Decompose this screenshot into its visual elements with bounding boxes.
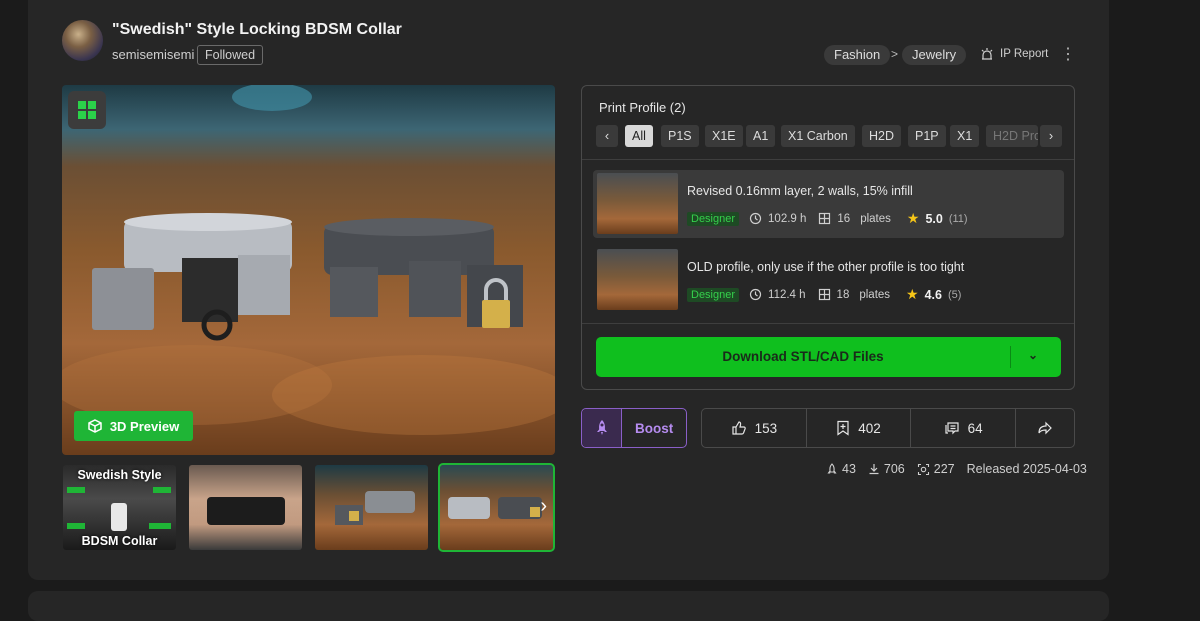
boost-count: 43 [842, 462, 856, 476]
plate-count: 18 [836, 288, 850, 301]
gallery-thumb-3[interactable] [315, 465, 428, 550]
followed-button[interactable]: Followed [197, 45, 264, 65]
profile-name: Revised 0.16mm layer, 2 walls, 15% infil… [687, 184, 913, 198]
print-icon [917, 463, 929, 475]
collection-count: 402 [858, 420, 881, 436]
boost-stat: 43 [826, 462, 856, 476]
clock-icon [749, 212, 762, 225]
filter-h2d-pro[interactable]: H2D Pro [986, 125, 1038, 147]
rating-count: (11) [948, 212, 968, 225]
rating-count: (5) [947, 288, 962, 301]
download-button[interactable]: Download STL/CAD Files ⌄ [596, 337, 1061, 377]
rating-value: 5.0 [925, 211, 943, 226]
print-time: 112.4 h [768, 288, 806, 301]
collar-photo [62, 85, 555, 435]
filter-p1p[interactable]: P1P [908, 125, 946, 147]
star-icon: ★ [906, 286, 919, 302]
filter-x1-carbon[interactable]: X1 Carbon [781, 125, 855, 147]
boost-button[interactable]: Boost [581, 408, 687, 448]
3d-preview-label: 3D Preview [109, 418, 180, 434]
main-preview-image[interactable]: 3D Preview [62, 85, 555, 455]
model-stats: 43 706 227 Released 2025-04-03 [826, 462, 1087, 476]
plates-icon [819, 212, 831, 225]
3d-preview-button[interactable]: 3D Preview [74, 411, 193, 441]
plate-count: 16 [837, 212, 851, 225]
print-stat: 227 [917, 462, 955, 476]
plates-label: plates [860, 212, 891, 225]
chevron-left-icon[interactable]: ‹ [596, 125, 618, 147]
boost-label: Boost [635, 421, 674, 436]
share-button[interactable] [1016, 409, 1074, 447]
print-profile-title: Print Profile (2) [599, 100, 686, 115]
filter-all[interactable]: All [625, 125, 653, 147]
share-icon [1038, 421, 1052, 435]
download-separator [1010, 346, 1011, 368]
thumb-photo-art [448, 497, 542, 519]
action-bar: 153 402 64 [701, 408, 1075, 448]
gallery-thumb-2[interactable] [189, 465, 302, 550]
gallery-thumb-1[interactable]: Swedish Style BDSM Collar [63, 465, 176, 550]
model-card: "Swedish" Style Locking BDSM Collar semi… [28, 0, 1109, 580]
page-title: "Swedish" Style Locking BDSM Collar [112, 21, 402, 38]
divider [582, 159, 1074, 160]
comment-button[interactable]: 64 [911, 409, 1017, 447]
profile-name: OLD profile, only use if the other profi… [687, 260, 965, 274]
filter-a1[interactable]: A1 [746, 125, 776, 147]
star-icon: ★ [906, 210, 920, 226]
print-profile-panel: Print Profile (2) ‹ All P1S X1E A1 X1 Ca… [581, 85, 1075, 390]
release-date: Released 2025-04-03 [966, 462, 1087, 476]
download-stat: 706 [868, 462, 905, 476]
chevron-down-icon[interactable]: ⌄ [1028, 348, 1038, 362]
download-icon [869, 464, 879, 475]
rating-value: 4.6 [924, 287, 942, 302]
filter-x1e[interactable]: X1E [705, 125, 743, 147]
profile-meta: Designer 102.9 h 16 plates ★ 5.0 (11) [687, 210, 968, 227]
comment-count: 64 [967, 420, 983, 436]
filter-p1s[interactable]: P1S [661, 125, 699, 147]
profile-meta: Designer 112.4 h 18 plates ★ 4.6 (5) [687, 286, 961, 303]
profile-thumbnail [597, 173, 678, 234]
gallery-thumb-4[interactable]: › [438, 463, 555, 552]
collect-button[interactable]: 402 [807, 409, 912, 447]
ip-report-label: IP Report [1000, 48, 1049, 60]
divider [582, 323, 1074, 324]
filter-x1[interactable]: X1 [950, 125, 980, 147]
print-count: 227 [933, 462, 955, 476]
download-label: Download STL/CAD Files [722, 349, 884, 364]
plates-icon [818, 288, 830, 301]
thumbs-up-icon [731, 421, 746, 435]
clock-icon [749, 288, 762, 301]
plates-label: plates [859, 288, 891, 301]
designer-badge: Designer [687, 287, 740, 302]
comment-icon [945, 422, 959, 435]
breadcrumb-separator: > [891, 47, 899, 61]
profile-row[interactable]: Revised 0.16mm layer, 2 walls, 15% infil… [593, 170, 1064, 238]
designer-badge: Designer [687, 211, 740, 226]
breadcrumb-fashion[interactable]: Fashion [824, 45, 891, 65]
ip-report-button[interactable]: IP Report [980, 47, 1048, 61]
thumb-photo-art [335, 491, 415, 525]
breadcrumb-jewelry[interactable]: Jewelry [902, 45, 967, 65]
bambu-logo-icon [68, 91, 106, 129]
like-count: 153 [754, 420, 778, 436]
report-icon [981, 48, 993, 60]
download-count: 706 [883, 462, 905, 476]
thumb-neck-art [207, 497, 285, 525]
profile-thumbnail [597, 249, 678, 310]
rocket-icon [582, 409, 622, 447]
next-section-card [28, 591, 1109, 621]
chevron-right-icon[interactable]: › [540, 495, 547, 518]
like-button[interactable]: 153 [702, 409, 807, 447]
rocket-icon [827, 462, 837, 474]
bookmark-icon [837, 420, 849, 436]
chevron-right-icon[interactable]: › [1040, 125, 1062, 147]
print-time: 102.9 h [768, 212, 807, 225]
filter-h2d[interactable]: H2D [862, 125, 902, 147]
cube-icon [88, 419, 102, 433]
author-name[interactable]: semisemisemi [112, 47, 194, 62]
profile-row[interactable]: OLD profile, only use if the other profi… [593, 246, 1064, 314]
thumb-caption-bottom: BDSM Collar [81, 534, 158, 548]
more-menu-icon[interactable]: ⋮ [1060, 44, 1076, 64]
author-avatar[interactable] [62, 20, 103, 61]
